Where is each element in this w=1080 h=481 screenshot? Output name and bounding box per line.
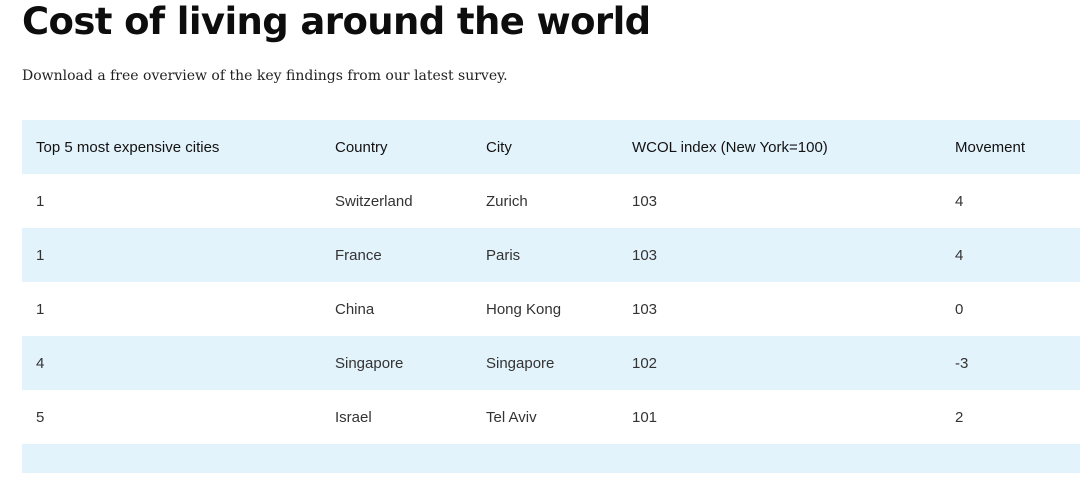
cell-city: Singapore	[486, 354, 555, 372]
table-header: Top 5 most expensive cities Country City…	[22, 120, 1080, 174]
table-row: 5 Israel Tel Aviv 101 2	[22, 390, 1080, 444]
table-row: 4 Singapore Singapore 102 -3	[22, 336, 1080, 390]
cell-wcol-index: 103	[632, 300, 658, 318]
cell-country: France	[335, 246, 382, 264]
table-header-row: Top 5 most expensive cities Country City…	[22, 120, 1080, 174]
cell-rank: 4	[36, 354, 45, 372]
cell-movement: 4	[955, 192, 964, 210]
cell-rank: 1	[36, 300, 45, 318]
header-movement: Movement	[955, 138, 1026, 156]
cell-city: Zurich	[486, 192, 528, 210]
cost-of-living-table: Top 5 most expensive cities Country City…	[22, 120, 1080, 473]
table-footer-band	[22, 444, 1080, 473]
cell-rank: 1	[36, 246, 45, 264]
header-rank: Top 5 most expensive cities	[36, 138, 220, 156]
header-city: City	[486, 138, 512, 156]
cell-city: Paris	[486, 246, 521, 264]
cell-movement: 0	[955, 300, 964, 318]
cell-country: Singapore	[335, 354, 404, 372]
header-country: Country	[335, 138, 388, 156]
page-title: Cost of living around the world	[22, 0, 651, 43]
cell-wcol-index: 103	[632, 246, 658, 264]
cell-country: China	[335, 300, 375, 318]
cell-movement: 2	[955, 408, 964, 426]
cell-city: Hong Kong	[486, 300, 562, 318]
cell-country: Israel	[335, 408, 372, 426]
cell-rank: 5	[36, 408, 45, 426]
intro-text: Download a free overview of the key find…	[22, 68, 508, 84]
table-footer	[22, 444, 1080, 473]
table-body: 1 Switzerland Zurich 103 4 1 France Pari…	[22, 174, 1080, 444]
header-wcol-index: WCOL index (New York=100)	[632, 138, 828, 156]
cell-rank: 1	[36, 192, 45, 210]
cell-movement: 4	[955, 246, 964, 264]
cost-of-living-table-container: Top 5 most expensive cities Country City…	[22, 120, 1080, 473]
cell-city: Tel Aviv	[486, 408, 537, 426]
table-row: 1 China Hong Kong 103 0	[22, 282, 1080, 336]
table-footer-row	[22, 444, 1080, 473]
table-row: 1 France Paris 103 4	[22, 228, 1080, 282]
cell-wcol-index: 101	[632, 408, 658, 426]
table-row: 1 Switzerland Zurich 103 4	[22, 174, 1080, 228]
cell-wcol-index: 103	[632, 192, 658, 210]
cell-country: Switzerland	[335, 192, 413, 210]
cell-movement: -3	[955, 354, 969, 372]
cell-wcol-index: 102	[632, 354, 658, 372]
